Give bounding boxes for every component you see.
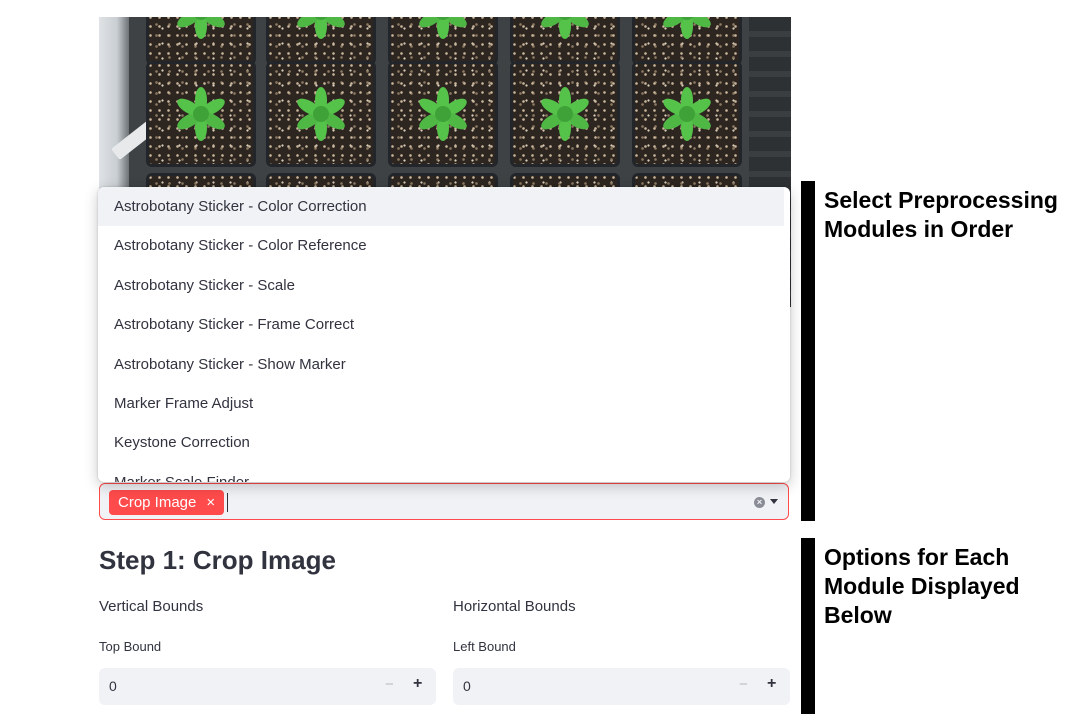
- plant-rosette: [656, 17, 718, 43]
- plant-pot: [632, 17, 742, 65]
- selected-tag-crop-image: Crop Image ×: [109, 490, 225, 515]
- plant-rosette: [170, 83, 232, 145]
- plant-pot: [510, 17, 620, 65]
- annotation-module-options: Options for Each Module Displayed Below: [824, 544, 1020, 628]
- chevron-down-icon[interactable]: [770, 499, 778, 504]
- option-keystone-correction[interactable]: Keystone Correction: [98, 423, 790, 462]
- text-caret: [227, 493, 228, 512]
- option-marker-scale-finder[interactable]: Marker Scale Finder: [98, 463, 790, 482]
- plant-rosette: [170, 17, 232, 43]
- option-color-reference[interactable]: Astrobotany Sticker - Color Reference: [98, 226, 790, 265]
- clear-all-icon[interactable]: ×: [754, 497, 765, 508]
- plant-rosette: [412, 83, 474, 145]
- horizontal-bounds-heading: Horizontal Bounds: [453, 598, 576, 615]
- plant-rosette: [290, 83, 352, 145]
- option-color-correction[interactable]: Astrobotany Sticker - Color Correction: [98, 187, 784, 227]
- option-show-marker[interactable]: Astrobotany Sticker - Show Marker: [98, 345, 790, 384]
- decrement-button[interactable]: −: [385, 676, 394, 693]
- annotation-bar: [801, 181, 815, 521]
- plant-pot: [146, 61, 256, 167]
- plant-rosette: [412, 17, 474, 43]
- tag-remove-icon[interactable]: ×: [206, 490, 215, 515]
- increment-button[interactable]: +: [413, 675, 422, 693]
- annotation-bar: [801, 538, 815, 714]
- preprocessing-options-dropdown: Astrobotany Sticker - Color Correction A…: [98, 187, 790, 482]
- plant-pot: [146, 17, 256, 65]
- top-bound-input[interactable]: 0 − +: [99, 668, 436, 705]
- step-title: Step 1: Crop Image: [99, 545, 336, 575]
- preprocessing-multiselect[interactable]: Crop Image × ×: [99, 483, 789, 520]
- left-bound-label: Left Bound: [453, 639, 516, 654]
- increment-button[interactable]: +: [767, 675, 776, 693]
- plant-rosette: [656, 83, 718, 145]
- plant-rosette: [290, 17, 352, 43]
- option-marker-frame-adjust[interactable]: Marker Frame Adjust: [98, 384, 790, 423]
- annotation-select-modules: Select Preprocessing Modules in Order: [824, 187, 1058, 242]
- tag-label: Crop Image: [118, 494, 197, 511]
- left-bound-value[interactable]: 0: [463, 678, 471, 694]
- decrement-button[interactable]: −: [739, 676, 748, 693]
- left-bound-input[interactable]: 0 − +: [453, 668, 790, 705]
- plant-pot: [632, 61, 742, 167]
- plant-pot: [510, 61, 620, 167]
- plant-rosette: [534, 83, 596, 145]
- plant-pot: [266, 17, 376, 65]
- plant-pot: [266, 61, 376, 167]
- plant-pot: [388, 61, 498, 167]
- plant-pot: [388, 17, 498, 65]
- plant-rosette: [534, 17, 596, 43]
- top-bound-label: Top Bound: [99, 639, 162, 654]
- option-frame-correct[interactable]: Astrobotany Sticker - Frame Correct: [98, 305, 790, 344]
- top-bound-value[interactable]: 0: [109, 678, 117, 694]
- option-scale[interactable]: Astrobotany Sticker - Scale: [98, 266, 790, 305]
- vertical-bounds-heading: Vertical Bounds: [99, 598, 204, 615]
